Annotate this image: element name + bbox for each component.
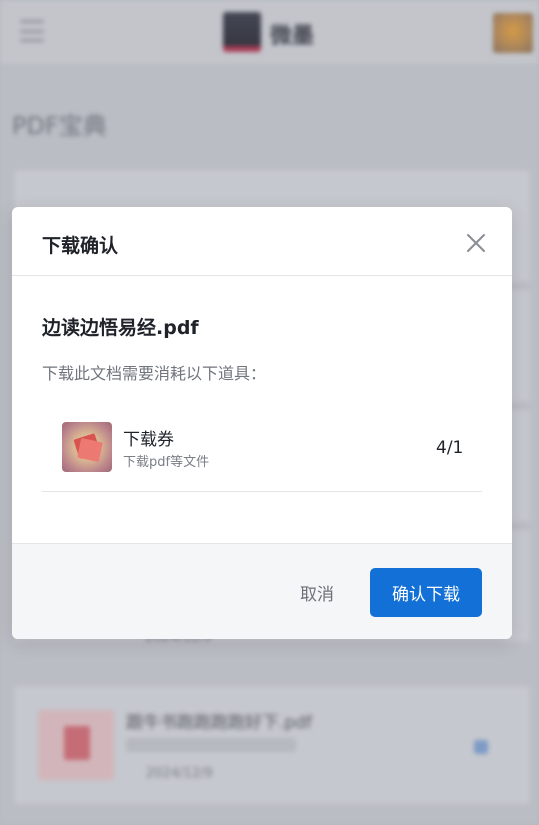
dialog-header: 下载确认 xyxy=(12,207,512,276)
item-name: 下载券 xyxy=(123,430,174,450)
download-confirm-dialog: 下载确认 边读边悟易经.pdf 下载此文档需要消耗以下道具： 下载券 下载pdf… xyxy=(12,207,512,639)
consume-prompt: 下载此文档需要消耗以下道具： xyxy=(42,364,267,383)
cancel-button[interactable]: 取消 xyxy=(280,568,354,616)
dialog-footer: 取消 确认下载 xyxy=(12,543,512,639)
item-row: 下载券 下载pdf等文件 4/1 xyxy=(42,405,482,492)
close-icon[interactable] xyxy=(464,231,488,255)
item-count: 4/1 xyxy=(436,438,464,458)
dialog-title: 下载确认 xyxy=(42,235,119,257)
confirm-download-button[interactable]: 确认下载 xyxy=(370,568,482,617)
item-description: 下载pdf等文件 xyxy=(123,455,210,470)
file-name: 边读边悟易经.pdf xyxy=(42,317,199,339)
ticket-icon xyxy=(62,422,112,472)
